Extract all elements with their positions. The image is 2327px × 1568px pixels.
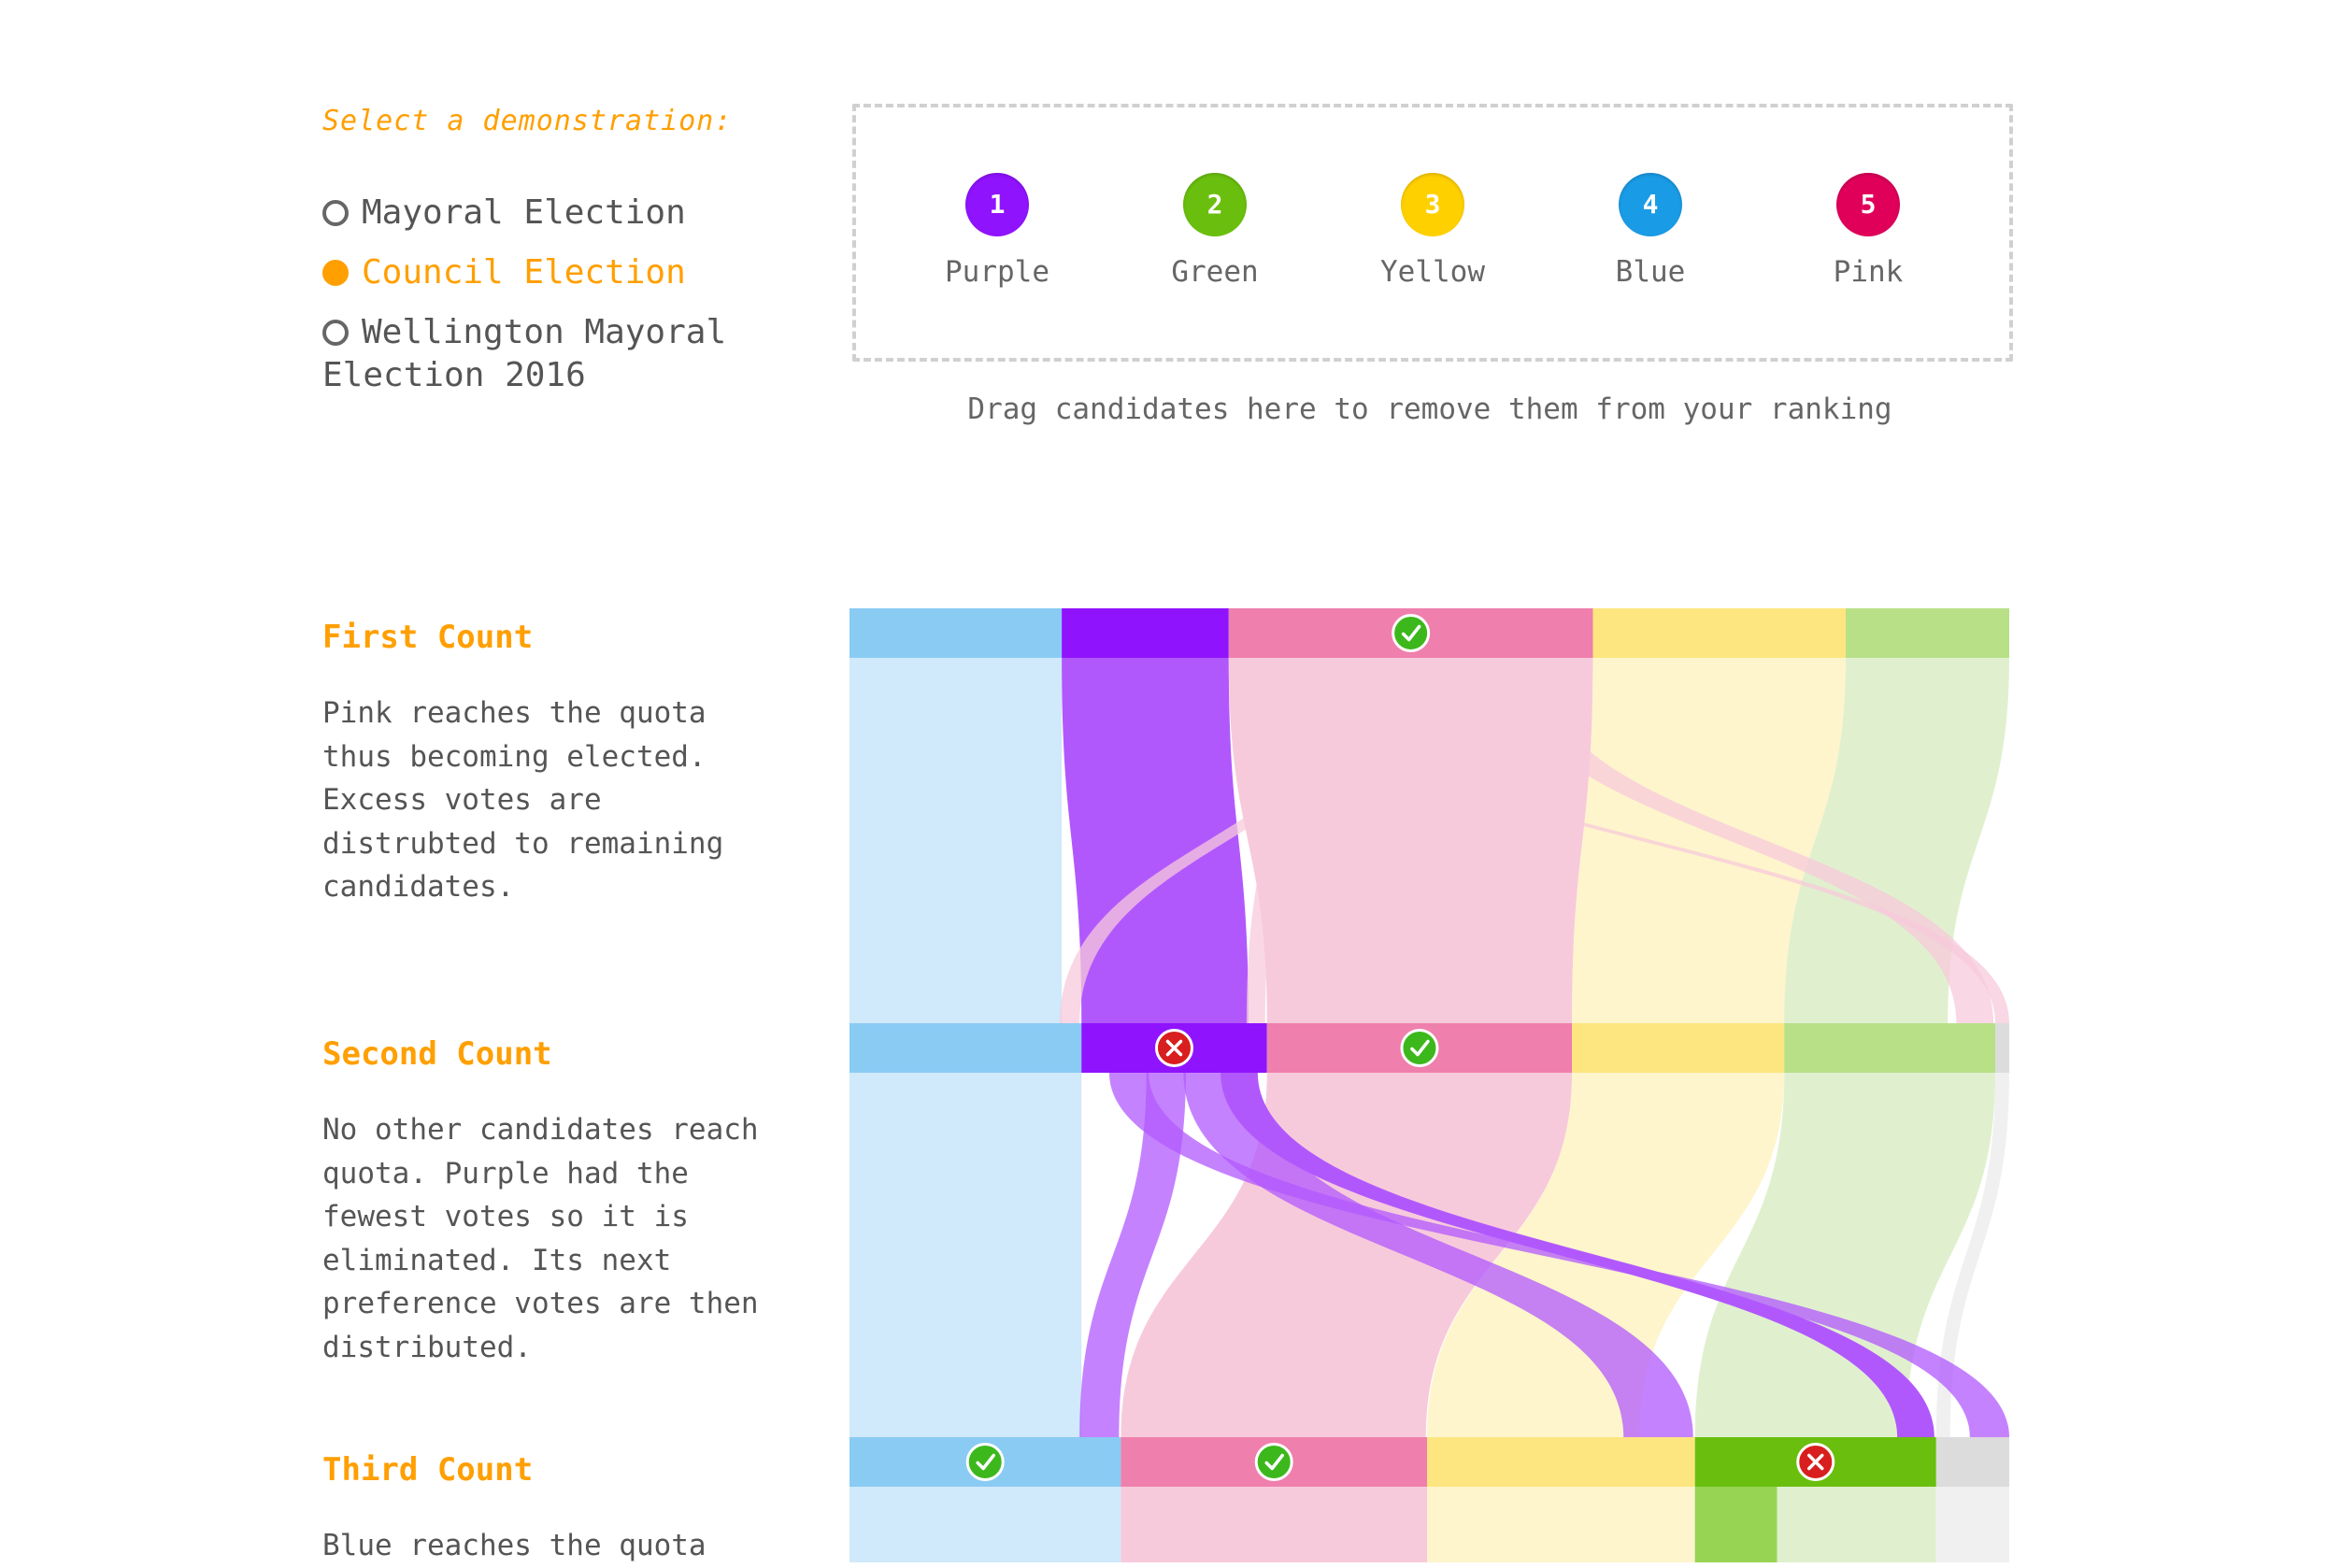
- carryover-green-retained: [1694, 1487, 1777, 1562]
- bar-second-count-blue: [849, 1023, 1082, 1073]
- bar-first-count-blue: [849, 608, 1063, 658]
- bar-first-count-yellow: [1592, 608, 1847, 658]
- carryover-exhausted: [1935, 1487, 2009, 1562]
- bar-third-count-exhausted: [1935, 1437, 2009, 1487]
- bar-first-count-green: [1846, 608, 2009, 658]
- vote-transfer-chart: [849, 608, 2009, 1562]
- carryover-blue: [849, 1073, 1082, 1437]
- elected-check-icon: [965, 1443, 1005, 1481]
- bar-second-count-green: [1784, 1023, 1996, 1073]
- carryover-blue: [849, 1487, 1121, 1562]
- elected-check-icon: [1400, 1029, 1439, 1067]
- bar-second-count-yellow: [1572, 1023, 1785, 1073]
- bar-second-count-exhausted: [1995, 1023, 2009, 1073]
- bar-first-count-purple: [1062, 608, 1229, 658]
- carryover-pink: [1121, 1487, 1428, 1562]
- carryover-yellow: [1427, 1487, 1695, 1562]
- elected-check-icon: [1254, 1443, 1293, 1481]
- bar-third-count-yellow: [1427, 1437, 1695, 1487]
- elected-check-icon: [1392, 614, 1431, 652]
- carryover-blue: [849, 658, 1063, 1023]
